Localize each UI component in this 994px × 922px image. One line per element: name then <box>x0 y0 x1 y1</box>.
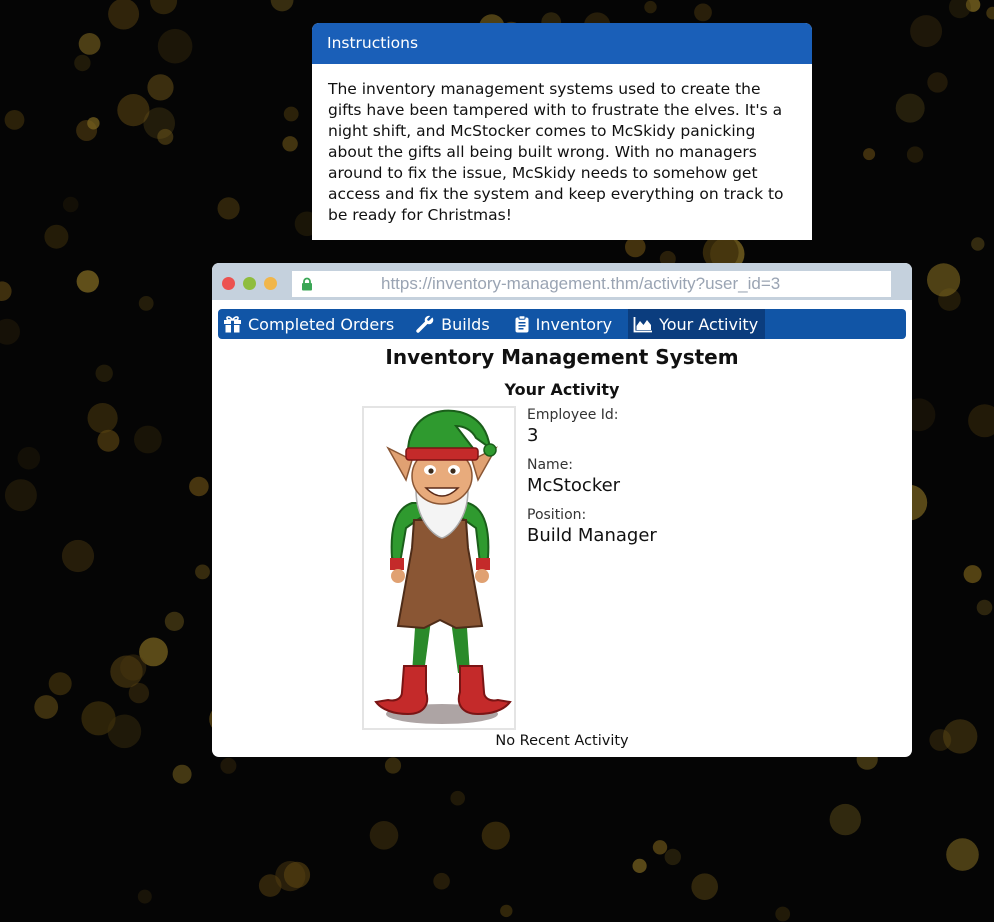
section-title: Your Activity <box>504 380 620 399</box>
bokeh-light <box>927 263 961 297</box>
bokeh-light <box>95 364 113 382</box>
position-value: Build Manager <box>527 525 657 546</box>
nav-inventory[interactable]: Inventory <box>509 309 619 339</box>
area-chart-icon <box>633 316 653 332</box>
bokeh-light <box>946 838 979 871</box>
bokeh-light <box>450 790 466 806</box>
main-nav: Completed Orders Builds Inventory Your A… <box>218 309 906 339</box>
page-title: Inventory Management System <box>385 345 739 369</box>
bokeh-light <box>500 904 513 918</box>
wrench-icon <box>416 315 434 333</box>
bokeh-light <box>976 599 993 616</box>
nav-builds-label: Builds <box>441 314 490 334</box>
bokeh-light <box>433 872 450 890</box>
nav-your-activity-label: Your Activity <box>659 314 759 334</box>
nav-completed-orders[interactable]: Completed Orders <box>218 309 401 339</box>
bokeh-light <box>632 858 647 874</box>
nav-completed-orders-label: Completed Orders <box>248 314 395 334</box>
bokeh-light <box>369 821 399 850</box>
bokeh-light <box>384 757 402 774</box>
bokeh-light <box>34 695 59 719</box>
nav-inventory-label: Inventory <box>535 314 613 334</box>
bokeh-light <box>172 764 192 784</box>
bokeh-light <box>62 196 79 213</box>
bokeh-light <box>143 107 175 139</box>
bokeh-light <box>164 611 184 632</box>
bokeh-light <box>0 318 20 345</box>
nav-your-activity[interactable]: Your Activity <box>628 309 766 339</box>
address-bar[interactable]: https://inventory-management.thm/activit… <box>292 271 891 297</box>
bokeh-light <box>971 237 985 251</box>
maximize-window-button[interactable] <box>243 277 256 290</box>
lock-icon <box>302 277 312 291</box>
bokeh-light <box>81 701 116 736</box>
bokeh-light <box>147 74 174 101</box>
browser-window: https://inventory-management.thm/activit… <box>212 263 912 757</box>
bokeh-light <box>217 197 240 220</box>
bokeh-light <box>138 296 154 311</box>
bokeh-light <box>137 889 152 904</box>
name-value: McStocker <box>527 475 621 496</box>
bokeh-light <box>664 848 681 866</box>
bokeh-light <box>150 0 178 15</box>
bokeh-light <box>282 136 298 152</box>
bokeh-light <box>943 719 978 754</box>
bokeh-light <box>691 873 718 900</box>
bokeh-light <box>652 840 668 855</box>
minimize-window-button[interactable] <box>264 277 277 290</box>
bokeh-light <box>157 28 193 64</box>
bokeh-light <box>44 224 69 249</box>
clipboard-icon <box>515 315 529 333</box>
bokeh-light <box>120 654 147 681</box>
instructions-panel: Instructions The inventory management sy… <box>312 23 812 240</box>
bokeh-light <box>986 6 994 20</box>
bokeh-light <box>895 93 925 123</box>
bokeh-light <box>48 672 72 696</box>
bokeh-light <box>195 564 210 580</box>
bokeh-light <box>481 821 510 850</box>
employee-id-label: Employee Id: <box>527 407 619 423</box>
position-label: Position: <box>527 507 587 523</box>
bokeh-light <box>74 54 91 72</box>
bokeh-light <box>963 565 982 584</box>
employee-id-value: 3 <box>527 425 539 446</box>
bokeh-light <box>283 106 299 122</box>
bokeh-light <box>968 404 994 438</box>
nav-builds[interactable]: Builds <box>411 309 497 339</box>
bokeh-light <box>128 682 150 704</box>
instructions-heading: Instructions <box>312 23 812 64</box>
empty-activity-message: No Recent Activity <box>495 733 629 749</box>
bokeh-light <box>87 117 100 130</box>
bokeh-light <box>948 0 971 19</box>
bokeh-light <box>61 539 95 573</box>
bokeh-light <box>906 146 924 163</box>
browser-toolbar: https://inventory-management.thm/activit… <box>212 263 912 300</box>
name-label: Name: <box>527 457 574 473</box>
bokeh-light <box>694 3 712 22</box>
bokeh-light <box>270 0 294 12</box>
gift-icon <box>224 316 241 333</box>
url-text: https://inventory-management.thm/activit… <box>381 274 781 293</box>
bokeh-light <box>775 906 791 922</box>
bokeh-light <box>4 110 25 130</box>
bokeh-light <box>78 33 101 55</box>
bokeh-light <box>134 425 162 454</box>
bokeh-light <box>258 874 282 897</box>
bokeh-light <box>910 15 943 48</box>
bokeh-light <box>644 0 657 14</box>
bokeh-light <box>108 0 140 30</box>
bokeh-light <box>87 403 118 434</box>
bokeh-light <box>17 446 41 470</box>
bokeh-light <box>927 72 948 93</box>
bokeh-light <box>863 148 876 161</box>
bokeh-light <box>0 281 12 301</box>
instructions-text: The inventory management systems used to… <box>328 80 784 224</box>
elf-avatar <box>362 406 516 730</box>
bokeh-light <box>220 757 237 774</box>
bokeh-light <box>76 270 100 293</box>
bokeh-light <box>189 476 209 497</box>
bokeh-light <box>4 479 37 512</box>
close-window-button[interactable] <box>222 277 235 290</box>
bokeh-light <box>829 803 861 836</box>
